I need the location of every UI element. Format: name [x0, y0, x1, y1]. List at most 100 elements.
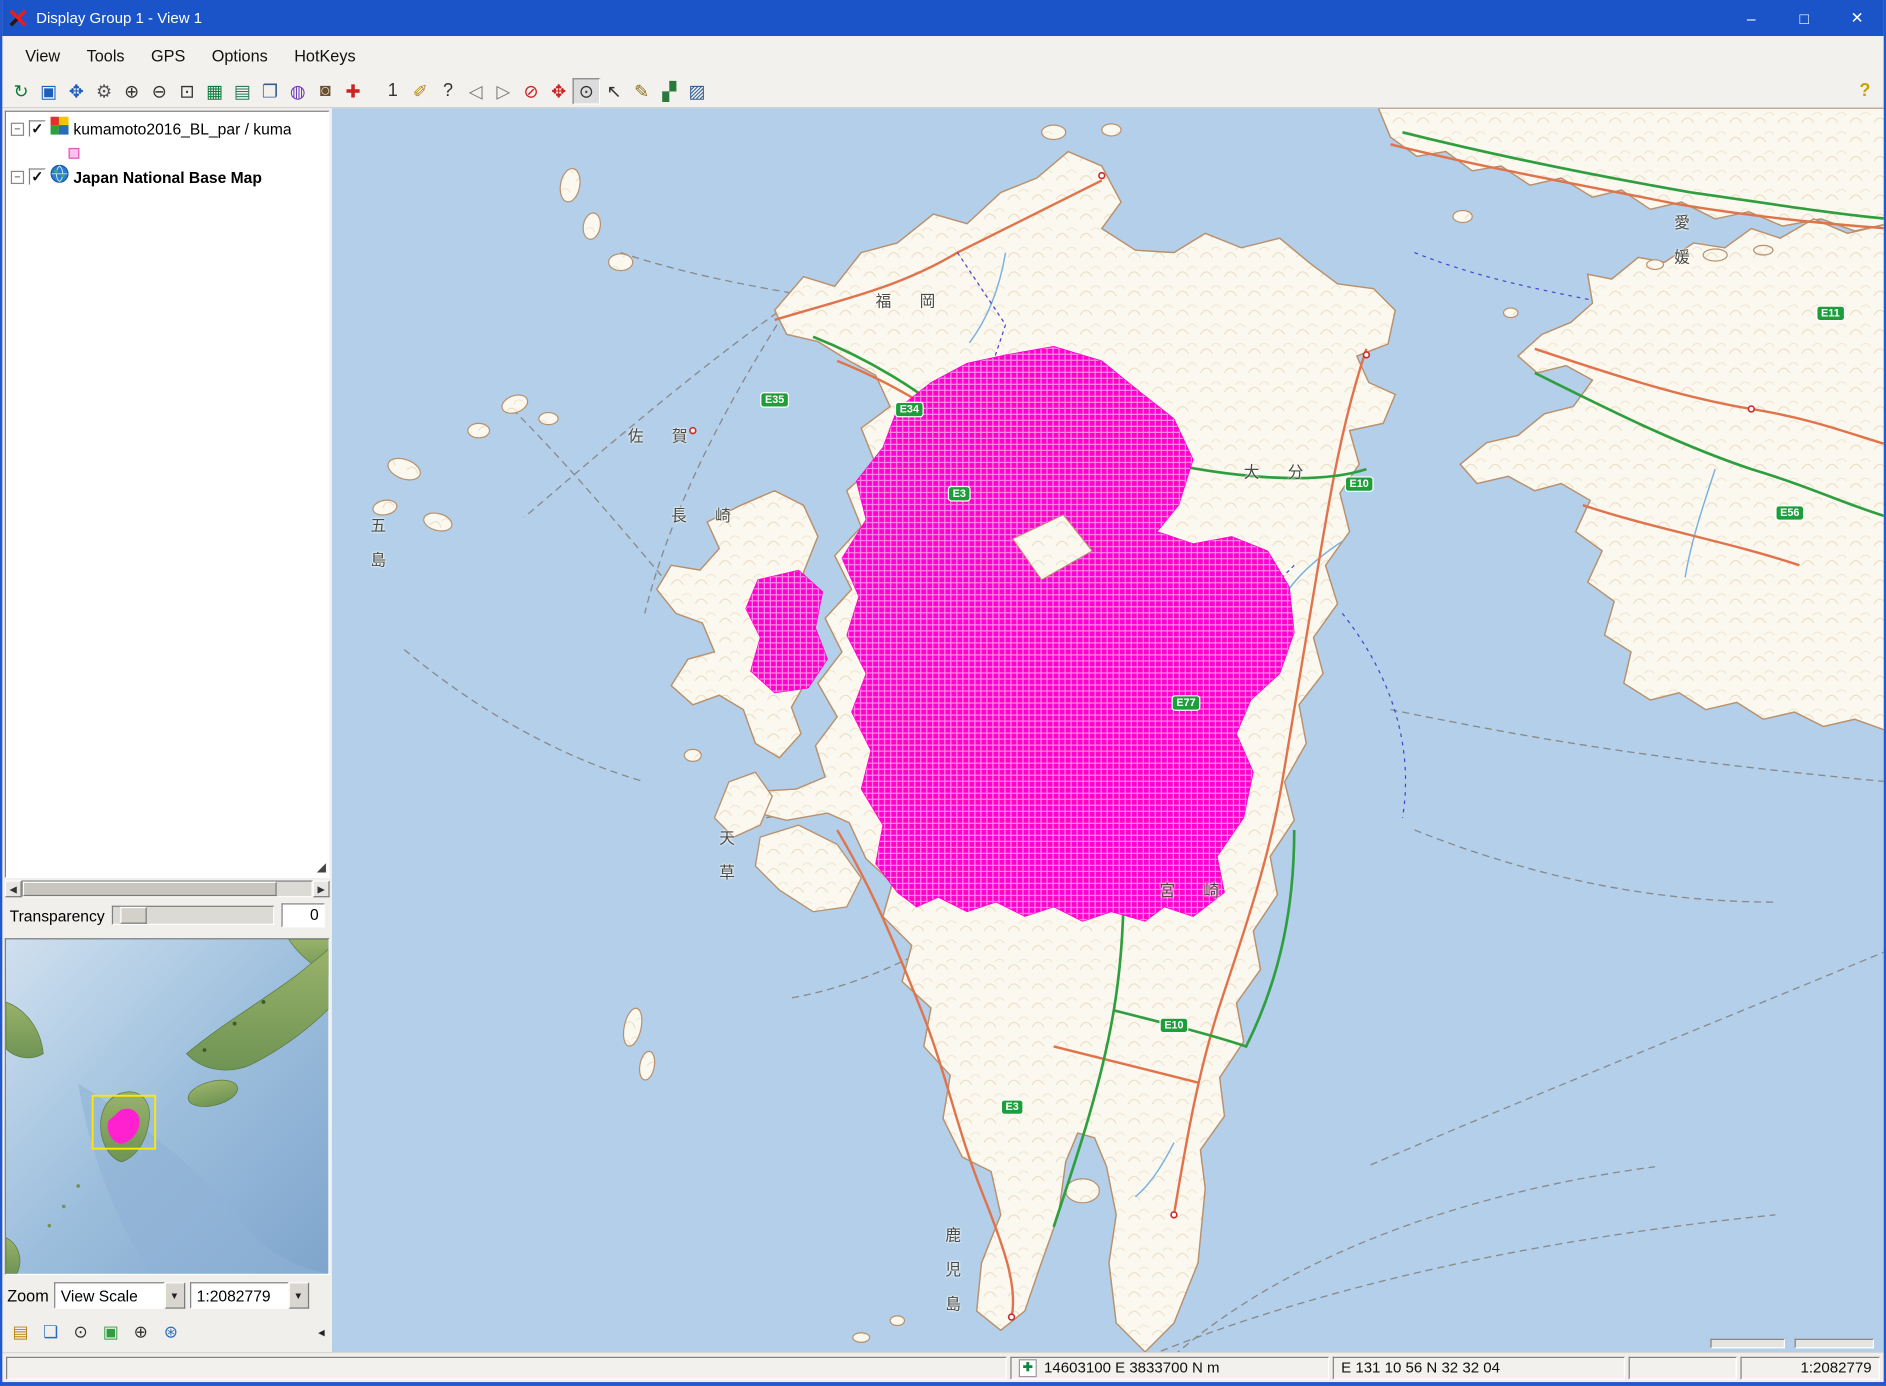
menu-hotkeys[interactable]: HotKeys	[281, 40, 369, 70]
legend-swatch[interactable]	[69, 148, 80, 159]
query-tool-icon[interactable]: ?	[434, 78, 462, 104]
menu-view[interactable]: View	[12, 40, 73, 70]
zoom-map-icon[interactable]: ▣	[97, 1318, 123, 1344]
chevron-down-icon[interactable]: ▼	[288, 1282, 308, 1308]
zoom-mode-dropdown[interactable]: View Scale ▼	[54, 1282, 185, 1308]
add-layer-icon[interactable]: ✚	[339, 78, 367, 104]
legend-tool-icon[interactable]: ▨	[683, 78, 711, 104]
layer-row-kumamoto[interactable]: − ✓ kumamoto2016_BL_par / kuma	[6, 112, 328, 143]
redraw-icon[interactable]: ↻	[7, 78, 35, 104]
pointer-tool-icon[interactable]: ↖	[600, 78, 628, 104]
design-tools-icon[interactable]: ⚙	[90, 78, 118, 104]
transparency-label: Transparency	[10, 906, 105, 924]
route-shield: E35	[760, 392, 789, 408]
toolbar-separator	[367, 79, 379, 103]
scale-readout: 1:2082779	[1740, 1356, 1880, 1379]
content-area: − ✓ kumamoto2016_BL_par / kuma	[2, 108, 1883, 1352]
full-view-icon[interactable]: ▣	[35, 78, 63, 104]
cursor-position-readout: ✚ 14603100 E 3833700 N m	[1010, 1356, 1329, 1379]
map-label-goto: 五 島	[366, 517, 389, 574]
layer-checkbox[interactable]: ✓	[29, 120, 46, 137]
profile-tool-icon[interactable]: ▞	[656, 78, 684, 104]
help-icon[interactable]: ?	[1851, 78, 1879, 104]
menu-gps[interactable]: GPS	[138, 40, 199, 70]
maximize-button[interactable]: □	[1778, 0, 1831, 36]
transparency-control: Transparency 0	[5, 897, 330, 933]
route-shield: E3	[948, 486, 971, 502]
legend-panel-icon[interactable]: ▤	[7, 1318, 33, 1344]
zoom-scale-dropdown[interactable]: 1:2082779 ▼	[189, 1282, 308, 1308]
map-view[interactable]: 福 岡 佐 賀 長 崎 大 分 宮 崎 鹿 児 島 愛 媛 天 草 五 島 E3…	[332, 108, 1884, 1352]
toolbar: ↻ ▣ ✥ ⚙ ⊕ ⊖ ⊡ ▦ ▤ ❐ ◍ ◙ ✚ 1 ✐ ? ◁ ▷ ⊘ ✥ …	[2, 75, 1883, 109]
georeference-icon[interactable]: ◍	[284, 78, 312, 104]
select-tool-icon[interactable]: 1	[379, 78, 407, 104]
menu-tools[interactable]: Tools	[73, 40, 137, 70]
chevron-down-icon[interactable]: ▼	[164, 1282, 184, 1308]
map-label-ehime: 愛 媛	[1670, 214, 1693, 271]
map-label-miyazaki: 宮 崎	[1160, 878, 1232, 901]
disable-tool-icon[interactable]: ⊘	[517, 78, 545, 104]
panel-collapse-arrow[interactable]: ◂	[318, 1324, 327, 1340]
transparency-slider-thumb[interactable]	[120, 907, 146, 924]
prev-view-icon[interactable]: ◁	[462, 78, 490, 104]
route-shield: E10	[1345, 476, 1374, 492]
sketch-tool-icon[interactable]: ✎	[628, 78, 656, 104]
close-button[interactable]: ✕	[1831, 0, 1884, 36]
copy-view-icon[interactable]: ❐	[256, 78, 284, 104]
layer-row-basemap[interactable]: − ✓ Japan National Base Map	[6, 160, 328, 191]
next-view-icon[interactable]: ▷	[490, 78, 518, 104]
zoom-in-icon[interactable]: ⊕	[118, 78, 146, 104]
scroll-right-icon[interactable]: ▶	[313, 880, 330, 897]
route-shield: E77	[1172, 695, 1201, 711]
display-window: Display Group 1 - View 1 – □ ✕ View Tool…	[0, 0, 1886, 1386]
route-shield: E11	[1816, 306, 1844, 322]
hscroll-thumb[interactable]	[23, 882, 277, 896]
zoom-mode-value[interactable]: View Scale	[54, 1282, 165, 1308]
left-panel: − ✓ kumamoto2016_BL_par / kuma	[2, 108, 332, 1352]
map-hscrollbar[interactable]	[1710, 1339, 1785, 1349]
tree-resize-arrow[interactable]: ◢	[317, 861, 326, 874]
titlebar[interactable]: Display Group 1 - View 1 – □ ✕	[2, 0, 1883, 36]
pan-icon[interactable]: ✥	[63, 78, 91, 104]
zoom-box-tool-icon[interactable]: ⊙	[573, 78, 601, 104]
zoom-out-icon[interactable]: ⊖	[146, 78, 174, 104]
zoom-box-icon[interactable]: ⊕	[127, 1318, 153, 1344]
minimize-button[interactable]: –	[1725, 0, 1778, 36]
move-tool-icon[interactable]: ✥	[545, 78, 573, 104]
locator-icon[interactable]: ⊙	[67, 1318, 93, 1344]
window-title: Display Group 1 - View 1	[34, 10, 1725, 27]
transparency-value[interactable]: 0	[281, 903, 324, 927]
zoom-in-icon[interactable]: ⊛	[158, 1318, 184, 1344]
layer-label[interactable]: Japan National Base Map	[73, 168, 262, 186]
panel-toolbar: ▤ ❏ ⊙ ▣ ⊕ ⊛ ◂	[5, 1313, 330, 1349]
locator-map[interactable]	[5, 938, 330, 1275]
geotoolbox-icon[interactable]: ✐	[407, 78, 435, 104]
app-logo-icon	[2, 8, 33, 27]
collapse-icon[interactable]: −	[11, 122, 24, 135]
layer-checkbox[interactable]: ✓	[29, 168, 46, 185]
map-label-amakusa: 天 草	[714, 830, 737, 887]
cursor-position-text: 14603100 E 3833700 N m	[1044, 1359, 1220, 1376]
zoom-1x-icon[interactable]: ⊡	[173, 78, 201, 104]
layer-tree-hscrollbar[interactable]: ◀ ▶	[5, 880, 330, 897]
scroll-left-icon[interactable]: ◀	[5, 880, 22, 897]
route-shield: E10	[1160, 1018, 1189, 1034]
route-shield: E34	[895, 402, 924, 418]
group-panel-icon[interactable]: ❏	[37, 1318, 63, 1344]
map-label-nagasaki: 長 崎	[671, 503, 743, 526]
layer-manager-icon[interactable]: ▤	[229, 78, 257, 104]
transparency-slider[interactable]	[112, 906, 274, 925]
menu-options[interactable]: Options	[199, 40, 281, 70]
layer-label[interactable]: kumamoto2016_BL_par / kuma	[73, 120, 291, 138]
map-hscrollbar[interactable]	[1795, 1339, 1874, 1349]
collapse-icon[interactable]: −	[11, 170, 24, 183]
latlon-readout: E 131 10 56 N 32 32 04	[1333, 1356, 1625, 1379]
kumamoto-overlay-west	[746, 570, 828, 693]
grid-icon[interactable]: ▦	[201, 78, 229, 104]
crosshair-icon: ✚	[1019, 1359, 1037, 1377]
zoom-scale-value[interactable]: 1:2082779	[189, 1282, 288, 1308]
layer-tree[interactable]: − ✓ kumamoto2016_BL_par / kuma	[5, 111, 330, 878]
map-label-kagoshima: 鹿 児 島	[941, 1227, 964, 1319]
route-shield: E3	[1001, 1099, 1024, 1115]
snapshot-icon[interactable]: ◙	[312, 78, 340, 104]
